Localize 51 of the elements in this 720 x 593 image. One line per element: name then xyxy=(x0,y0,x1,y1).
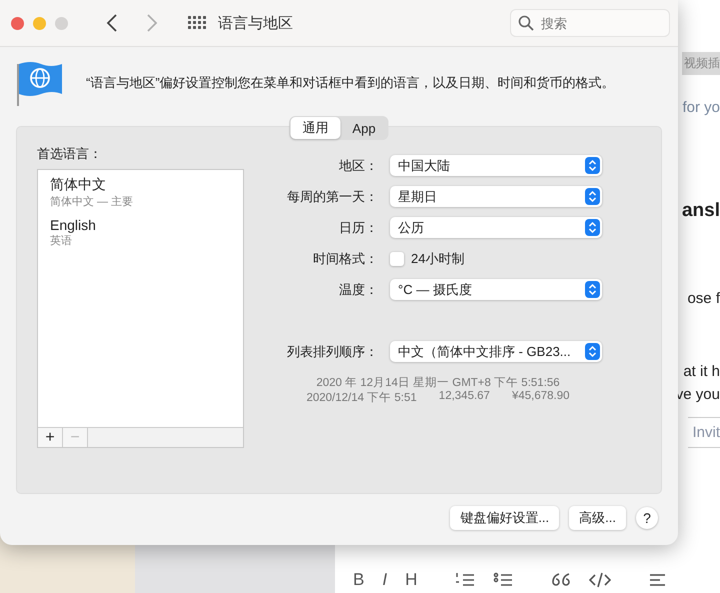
setting-label: 温度： xyxy=(338,280,379,298)
description-text: “语言与地区”偏好设置控制您在菜单和对话框中看到的语言，以及日期、时间和货币的格式。 xyxy=(86,74,615,92)
push-button[interactable]: 高级... xyxy=(569,506,626,530)
grid-icon[interactable] xyxy=(188,16,206,30)
format-sample: ¥45,678.90 xyxy=(512,390,570,404)
setting-label: 日历： xyxy=(338,218,379,236)
format-button[interactable]: B xyxy=(353,570,364,590)
format-button[interactable]: I xyxy=(382,570,388,590)
tab[interactable]: App xyxy=(340,117,388,139)
body-text: at it h xyxy=(683,363,720,380)
checkbox[interactable] xyxy=(390,252,404,266)
stepper-icon xyxy=(585,188,600,205)
help-button[interactable]: ? xyxy=(636,507,658,529)
popup-menu[interactable]: 中国大陆 xyxy=(390,155,602,176)
quote-icon[interactable] xyxy=(551,572,572,588)
close-button[interactable] xyxy=(11,16,24,30)
back-icon[interactable] xyxy=(106,14,118,32)
stepper-icon xyxy=(585,343,600,360)
add-button[interactable]: + xyxy=(38,428,63,447)
push-button[interactable]: 键盘偏好设置... xyxy=(450,506,560,530)
stepper-icon xyxy=(585,281,600,298)
setting-label: 每周的第一天： xyxy=(286,188,379,206)
search-field[interactable]: 搜索 xyxy=(510,9,670,37)
language-detail: 英语 xyxy=(50,234,73,248)
stepper-icon xyxy=(585,157,600,174)
stepper-icon xyxy=(585,219,600,236)
popup-menu[interactable]: °C — 摄氏度 xyxy=(390,279,602,300)
checkbox-label[interactable]: 24小时制 xyxy=(411,250,464,268)
format-sample: 12,345.67 xyxy=(438,390,490,404)
language-detail: 简体中文 — 主要 xyxy=(50,194,134,209)
code-icon[interactable] xyxy=(589,572,612,588)
language-name[interactable]: 简体中文 xyxy=(50,176,231,194)
body-text: ose f xyxy=(687,290,720,307)
setting-label: 地区： xyxy=(338,156,379,174)
heading-text: ansl xyxy=(682,200,720,222)
setting-label: 列表排列顺序： xyxy=(286,342,379,360)
format-sample: 2020/12/14 下午 5:51 xyxy=(306,391,417,405)
language-name[interactable]: English xyxy=(50,217,231,233)
format-sample: 2020 年 12月14日 星期一 GMT+8 下午 5:51:56 xyxy=(316,376,560,390)
popup-menu[interactable]: 中文（简体中文排序 - GB23... xyxy=(390,341,602,362)
window-title: 语言与地区 xyxy=(218,14,293,32)
link-text[interactable]: for yo xyxy=(682,99,720,116)
bullet-list-icon[interactable] xyxy=(493,572,514,588)
format-button[interactable]: H xyxy=(405,570,418,590)
popup-menu[interactable]: 星期日 xyxy=(390,186,602,207)
section-label: 首选语言： xyxy=(37,145,103,163)
numbered-list-icon[interactable] xyxy=(455,572,476,588)
flag-icon xyxy=(16,60,64,106)
popup-menu[interactable]: 公历 xyxy=(390,217,602,238)
setting-label: 时间格式： xyxy=(312,250,379,268)
tab[interactable]: 通用 xyxy=(290,117,340,139)
